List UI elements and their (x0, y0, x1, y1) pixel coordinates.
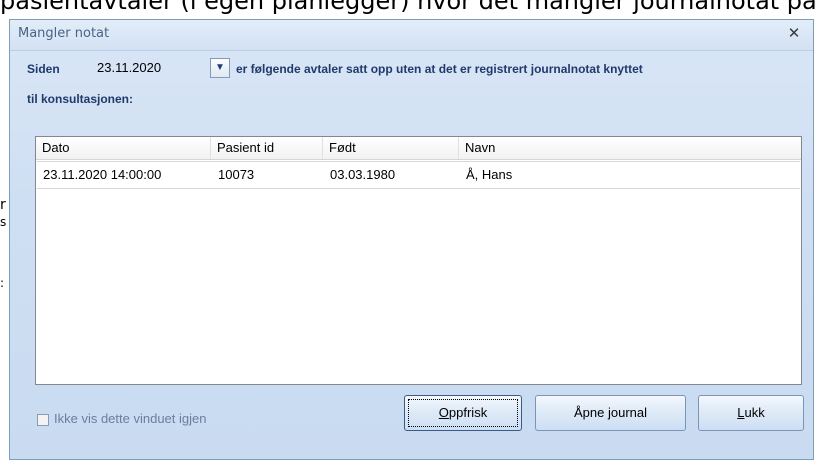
title-bar[interactable]: Mangler notat ✕ (10, 20, 813, 51)
column-header-fodt[interactable]: Født (323, 137, 459, 159)
close-label-rest: ukk (744, 405, 765, 420)
background-fragment: s (0, 215, 7, 229)
dialog-title: Mangler notat (18, 26, 110, 41)
focus-rect (408, 399, 518, 427)
missing-note-dialog: Mangler notat ✕ Siden 23.11.2020 ▼ er fø… (9, 19, 814, 460)
list-header: Dato Pasient id Født Navn (36, 137, 801, 160)
column-header-dato[interactable]: Dato (36, 137, 211, 159)
date-value[interactable]: 23.11.2020 (97, 60, 161, 75)
date-picker[interactable]: 23.11.2020 ▼ (97, 58, 235, 78)
table-row[interactable]: 23.11.2020 14:00:00 10073 03.03.1980 Å, … (37, 161, 800, 189)
background-document-text: pasientavtaler (i egen planlegger) hvor … (0, 0, 815, 15)
message-line-1: er følgende avtaler satt opp uten at det… (236, 62, 643, 76)
cell-pasient-id: 10073 (218, 167, 255, 182)
cell-navn: Å, Hans (466, 167, 513, 182)
open-journal-button[interactable]: Åpne journal (535, 395, 686, 431)
dont-show-again-label[interactable]: Ikke vis dette vinduet igjen (54, 411, 206, 426)
open-journal-label-pre: Åpne (573, 405, 608, 420)
refresh-button[interactable]: Oppfrisk (404, 395, 522, 431)
open-journal-label-rest: ournal (610, 405, 647, 420)
dont-show-again-checkbox[interactable] (37, 414, 49, 426)
since-label: Siden (27, 62, 60, 76)
cell-dato: 23.11.2020 14:00:00 (43, 167, 162, 182)
message-line-2: til konsultasjonen: (27, 92, 134, 106)
close-icon[interactable]: ✕ (785, 25, 803, 43)
chevron-down-icon[interactable]: ▼ (210, 58, 230, 78)
column-header-pasient-id[interactable]: Pasient id (211, 137, 323, 159)
background-fragment: r (0, 197, 6, 213)
cell-fodt: 03.03.1980 (330, 167, 396, 182)
close-accel: L (737, 405, 745, 420)
background-fragment: : (0, 276, 5, 290)
appointments-list[interactable]: Dato Pasient id Født Navn 23.11.2020 14:… (35, 136, 802, 385)
close-button[interactable]: Lukk (698, 395, 804, 431)
column-header-navn[interactable]: Navn (459, 137, 801, 159)
